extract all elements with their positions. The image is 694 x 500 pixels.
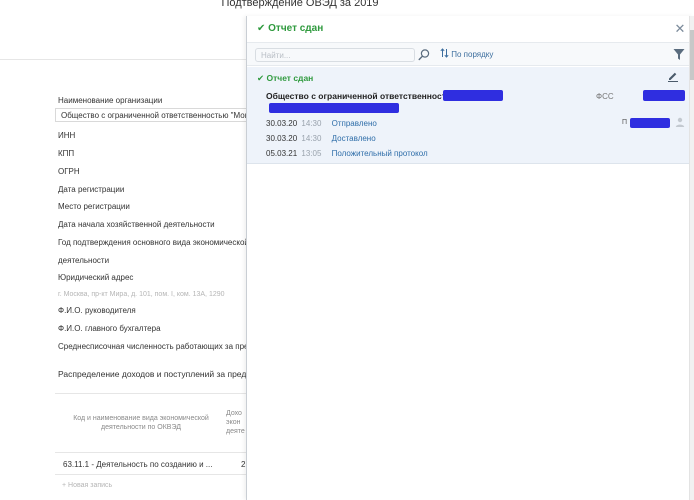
field-label-start-date: Дата начала хозяйственной деятельности (58, 220, 215, 229)
table-top-divider (55, 393, 255, 394)
event-label[interactable]: Отправлено (332, 119, 377, 128)
sort-order-button[interactable]: По порядку (440, 48, 493, 62)
org-name-field[interactable]: Общество с ограниченной ответственностью… (55, 108, 255, 122)
income-section-heading: Распределение доходов и поступлений за п… (58, 369, 262, 379)
table-header-okved-line2: деятельности по ОКВЭД (101, 424, 181, 432)
report-fund: ФСС (596, 92, 614, 101)
event-date: 30.03.20 (266, 119, 298, 128)
sort-icon (440, 48, 449, 58)
panel-toolbar: По порядку (247, 42, 689, 66)
document-title: Подтверждение ОВЭД за 2019 (221, 0, 379, 9)
field-label-ogrn: ОГРН (58, 167, 80, 176)
redaction-mark (630, 118, 670, 128)
field-label-kpp: КПП (58, 149, 75, 158)
panel-scrollbar[interactable] (689, 16, 694, 500)
filter-icon[interactable] (673, 48, 685, 61)
event-row-delivered: 30.03.20 14:30 Доставлено (266, 134, 376, 143)
field-label-org-name: Наименование организации (58, 96, 163, 105)
redaction-mark (443, 90, 503, 101)
close-icon[interactable]: ✕ (672, 21, 688, 37)
report-card[interactable]: ✔ Отчет сдан Общество с ограниченной отв… (247, 67, 689, 164)
table-row-income: 2 (241, 460, 246, 469)
field-label-address: Юридический адрес (58, 273, 134, 282)
field-label-accountant: Ф.И.О. главного бухгалтера (58, 324, 161, 333)
field-label-confirm-year: Год подтверждения основного вида экономи… (58, 238, 249, 247)
report-history-panel: ✔ Отчет сдан ✕ По порядку ✔ Отчет сдан (246, 16, 694, 500)
report-user-label: П (622, 119, 628, 126)
search-input[interactable] (255, 48, 415, 62)
panel-title: ✔ Отчет сдан (257, 23, 324, 34)
sort-order-label: По порядку (451, 50, 494, 59)
event-label[interactable]: Доставлено (332, 134, 376, 143)
field-label-reg-place: Место регистрации (58, 202, 130, 211)
field-label-inn: ИНН (58, 131, 76, 140)
event-time: 14:30 (301, 119, 322, 128)
table-row-okved[interactable]: 63.11.1 - Деятельность по созданию и ... (63, 460, 212, 469)
org-name-value: Общество с ограниченной ответственностью… (61, 111, 250, 120)
field-label-headcount: Среднесписочная численность работающих з… (58, 342, 264, 351)
report-status: ✔ Отчет сдан (257, 73, 314, 83)
edit-icon[interactable] (667, 70, 679, 82)
panel-header: ✔ Отчет сдан ✕ (247, 16, 689, 42)
event-label[interactable]: Положительный протокол (332, 149, 428, 158)
scrollbar-thumb[interactable] (690, 30, 694, 80)
event-date: 05.03.21 (266, 149, 298, 158)
add-record-link[interactable]: + Новая запись (62, 482, 112, 489)
event-time: 13:05 (301, 149, 322, 158)
redaction-mark (269, 103, 399, 113)
field-label-confirm-year-2: деятельности (58, 256, 110, 265)
table-header-okved-line1: Код и наименование вида экономической (73, 415, 209, 422)
event-row-sent: 30.03.20 14:30 Отправлено (266, 119, 377, 128)
search-icon[interactable] (417, 48, 431, 62)
event-row-protocol: 05.03.21 13:05 Положительный протокол (266, 149, 428, 158)
event-time: 14:30 (301, 134, 322, 143)
table-header-okved: Код и наименование вида экономической де… (66, 414, 216, 432)
user-icon (675, 117, 685, 127)
table-header-divider (55, 452, 255, 453)
redaction-mark (643, 90, 685, 101)
address-value: г. Москва, пр-кт Мира, д. 101, пом. I, к… (58, 291, 225, 298)
event-date: 30.03.20 (266, 134, 298, 143)
report-org-name: Общество с ограниченной ответственностью… (266, 91, 465, 101)
header-divider (0, 59, 246, 60)
table-row-divider (55, 474, 255, 475)
field-label-reg-date: Дата регистрации (58, 185, 125, 194)
field-label-director: Ф.И.О. руководителя (58, 306, 136, 315)
